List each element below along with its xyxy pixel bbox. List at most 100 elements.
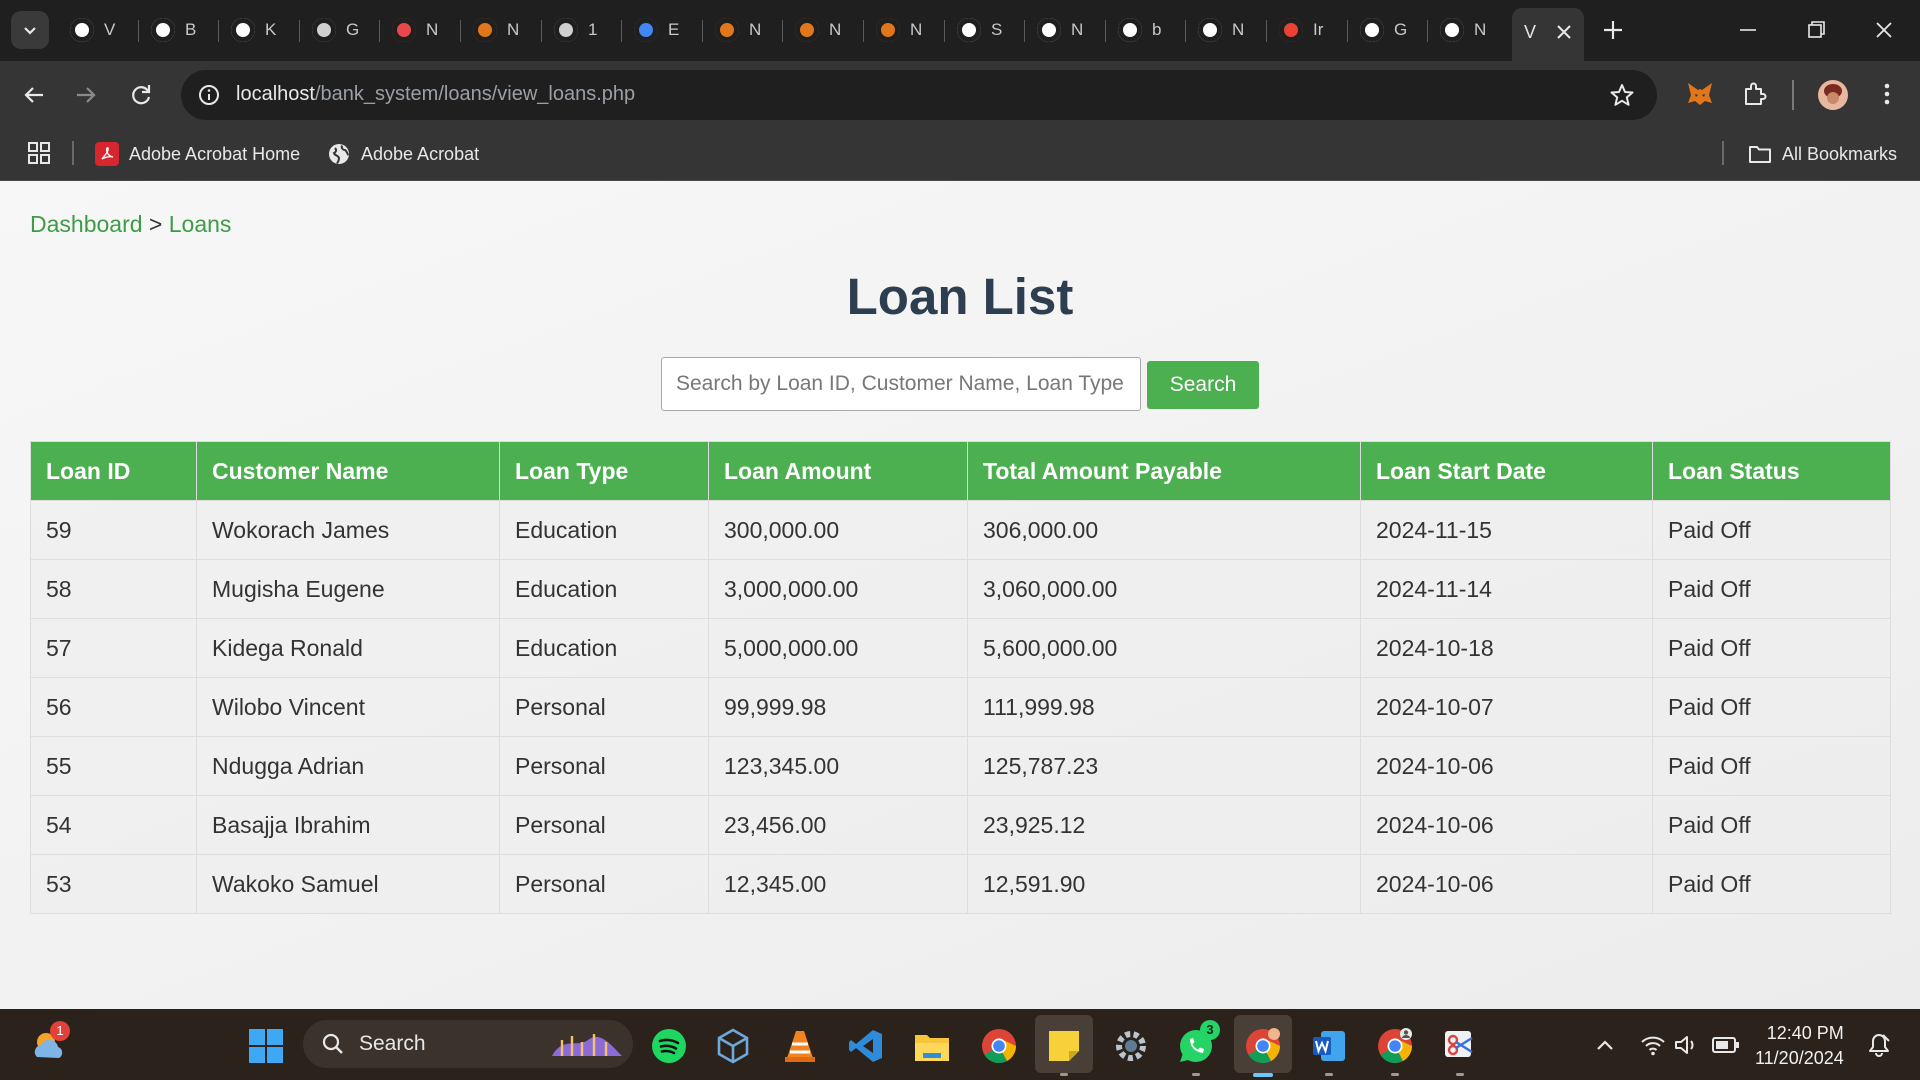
bookmark-adobe-acrobat[interactable]: Adobe Acrobat — [327, 140, 479, 168]
bookmark-adobe-acrobat-home[interactable]: Adobe Acrobat Home — [95, 140, 300, 168]
vscode-icon[interactable] — [847, 1027, 885, 1065]
tab-17[interactable]: N — [1430, 12, 1488, 48]
table-cell: 306,000.00 — [967, 500, 1361, 560]
vlc-icon[interactable] — [781, 1027, 819, 1065]
tab-title: G — [1394, 20, 1408, 39]
tab-3[interactable]: G — [302, 12, 360, 48]
tab-5[interactable]: N — [463, 12, 521, 48]
close-icon[interactable] — [1552, 20, 1576, 44]
tab-13[interactable]: b — [1108, 12, 1166, 48]
chevron-down-icon — [24, 27, 36, 35]
clock[interactable]: 12:40 PM 11/20/2024 — [1755, 1021, 1844, 1071]
tab-separator — [1185, 20, 1186, 42]
star-icon[interactable] — [1609, 82, 1635, 108]
apps-grid-icon[interactable] — [27, 141, 51, 165]
all-bookmarks-label: All Bookmarks — [1782, 143, 1898, 164]
table-cell: Paid Off — [1652, 677, 1891, 737]
tab-16[interactable]: G — [1350, 12, 1408, 48]
site-info-icon[interactable] — [197, 83, 221, 107]
table-row: 53 Wakoko Samuel Personal 12,345.00 12,591.9… — [30, 854, 1891, 914]
search-input[interactable] — [661, 357, 1141, 411]
tab-separator — [1266, 20, 1267, 42]
tab-active[interactable]: V — [1512, 8, 1584, 61]
tab-12[interactable]: N — [1027, 12, 1085, 48]
snipping-tool-icon[interactable] — [1441, 1027, 1479, 1065]
extensions-icon[interactable] — [1740, 79, 1770, 109]
metamask-icon — [473, 18, 497, 42]
tab-11[interactable]: S — [947, 12, 1005, 48]
table-cell: 125,787.23 — [967, 736, 1361, 796]
spotify-icon[interactable] — [650, 1027, 688, 1065]
chrome-icon — [1198, 18, 1222, 42]
battery-icon[interactable] — [1712, 1035, 1740, 1055]
page-content: Dashboard > Loans Loan List Search Loan … — [0, 181, 1920, 1009]
column-header: Customer Name — [196, 441, 500, 501]
sticky-notes-icon[interactable] — [1045, 1027, 1083, 1065]
tab-title: N — [507, 20, 520, 39]
back-icon[interactable] — [20, 81, 48, 109]
chrome-icon[interactable] — [980, 1027, 1018, 1065]
table-cell: 2024-10-06 — [1360, 854, 1653, 914]
breadcrumb-dashboard-link[interactable]: Dashboard — [30, 211, 143, 237]
whatsapp-badge: 3 — [1200, 1020, 1220, 1040]
tab-9[interactable]: N — [785, 12, 843, 48]
tab-search-button[interactable] — [11, 11, 49, 49]
virtualbox-icon[interactable] — [714, 1027, 752, 1065]
chrome-dev-icon[interactable] — [1244, 1027, 1282, 1065]
running-indicator — [1192, 1073, 1200, 1076]
table-cell: Wilobo Vincent — [196, 677, 500, 737]
tab-15[interactable]: Ir — [1269, 12, 1327, 48]
word-icon[interactable] — [1310, 1027, 1348, 1065]
table-row: 59 Wokorach James Education 300,000.00 306,0… — [30, 500, 1891, 560]
chrome-profile-icon[interactable] — [1376, 1027, 1414, 1065]
metamask-icon[interactable] — [1685, 79, 1715, 109]
tab-14[interactable]: N — [1188, 12, 1246, 48]
forward-icon[interactable] — [72, 81, 100, 109]
windows-start-icon[interactable] — [247, 1027, 285, 1065]
reload-icon[interactable] — [127, 81, 155, 109]
table-cell: Education — [499, 500, 709, 560]
settings-icon[interactable] — [1112, 1027, 1150, 1065]
new-tab-icon[interactable] — [1598, 15, 1628, 45]
tab-separator — [460, 20, 461, 42]
clock-time: 12:40 PM — [1766, 1023, 1844, 1043]
notification-icon[interactable] — [1866, 1032, 1892, 1058]
table-row: 56 Wilobo Vincent Personal 99,999.98 111,999… — [30, 677, 1891, 737]
tab-4[interactable]: N — [382, 12, 440, 48]
menu-kebab-icon[interactable] — [1880, 79, 1894, 109]
tab-title: N — [829, 20, 842, 39]
minimize-icon[interactable] — [1734, 16, 1762, 44]
table-row: 54 Basajja Ibrahim Personal 23,456.00 23,925… — [30, 795, 1891, 855]
breadcrumb: Dashboard > Loans — [30, 211, 231, 238]
profile-avatar[interactable] — [1818, 80, 1848, 110]
search-button[interactable]: Search — [1147, 361, 1259, 409]
file-explorer-icon[interactable] — [913, 1027, 951, 1065]
tab-2[interactable]: K — [221, 12, 279, 48]
table-body: 59 Wokorach James Education 300,000.00 306,0… — [30, 500, 1891, 914]
tab-1[interactable]: B — [141, 12, 199, 48]
breadcrumb-loans-link[interactable]: Loans — [169, 211, 232, 237]
tab-6[interactable]: 1 — [544, 12, 602, 48]
window-close-icon[interactable] — [1870, 16, 1898, 44]
tab-7[interactable]: E — [624, 12, 682, 48]
table-cell: Paid Off — [1652, 795, 1891, 855]
chrome-icon — [1440, 18, 1464, 42]
metamask-icon — [876, 18, 900, 42]
chevron-up-icon[interactable] — [1594, 1034, 1616, 1056]
running-indicator — [1325, 1073, 1333, 1076]
address-bar[interactable]: localhost/bank_system/loans/view_loans.p… — [181, 70, 1657, 120]
restore-icon[interactable] — [1802, 16, 1830, 44]
toolbar-divider — [1792, 80, 1794, 110]
volume-icon[interactable] — [1673, 1033, 1699, 1057]
all-bookmarks-button[interactable]: All Bookmarks — [1748, 140, 1897, 168]
table-cell: 300,000.00 — [708, 500, 968, 560]
tab-10[interactable]: N — [866, 12, 924, 48]
tab-0[interactable]: V — [60, 12, 118, 48]
table-cell: 5,600,000.00 — [967, 618, 1361, 678]
tab-8[interactable]: N — [705, 12, 763, 48]
taskbar-search[interactable]: Search — [303, 1020, 633, 1068]
wifi-icon[interactable] — [1640, 1033, 1666, 1057]
stats-icon — [957, 18, 981, 42]
avatar-face — [1827, 92, 1839, 104]
tab-separator — [1105, 20, 1106, 42]
